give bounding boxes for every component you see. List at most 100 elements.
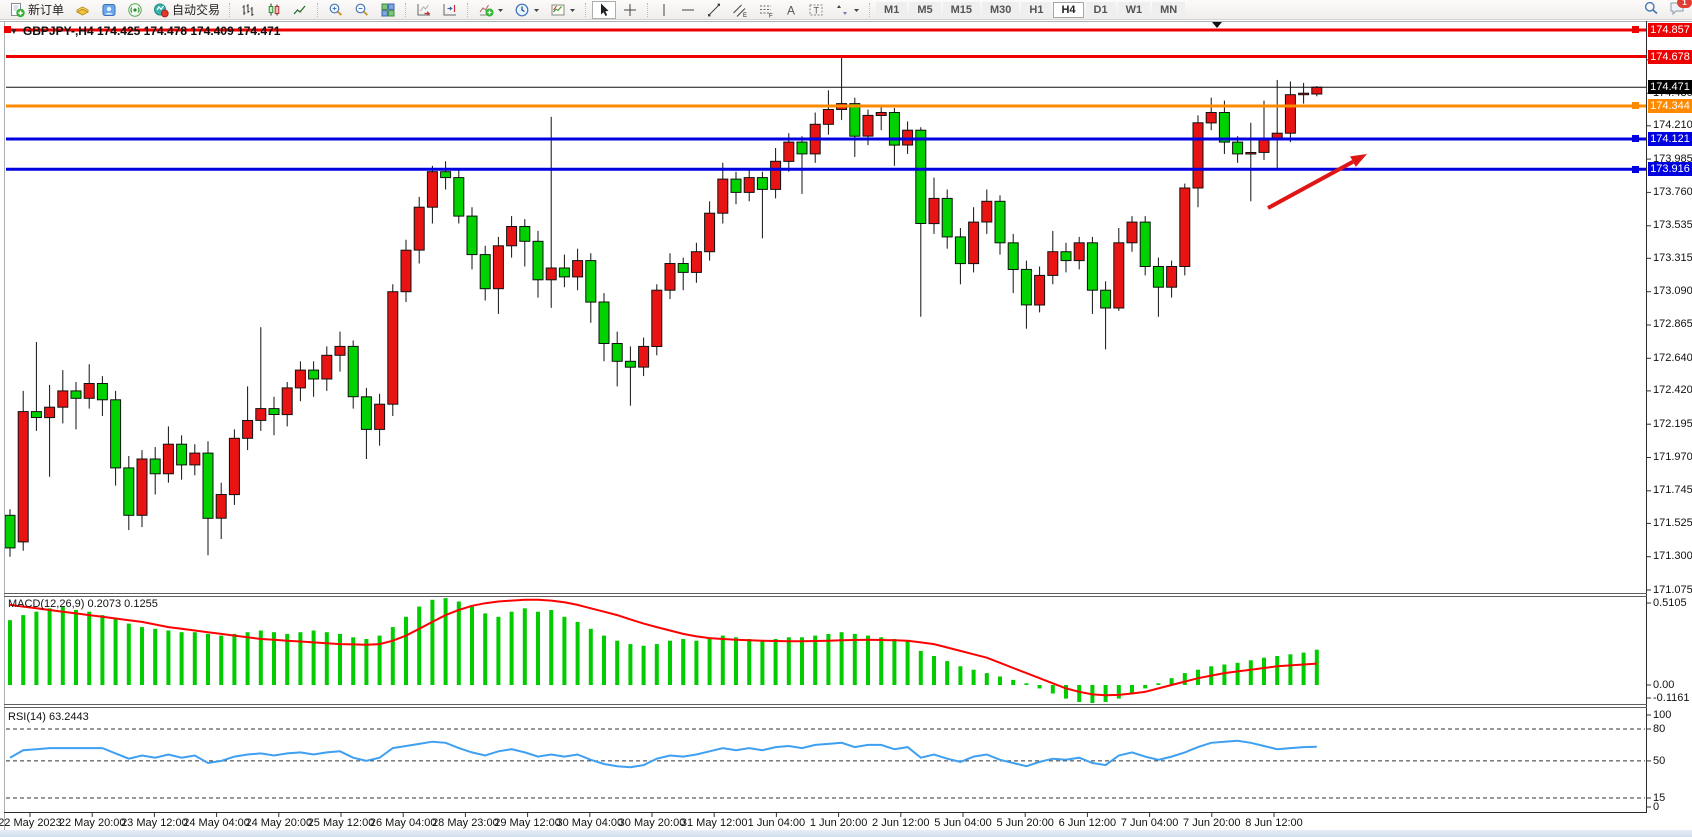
signal-button[interactable] (123, 1, 147, 19)
cursor-tool-button[interactable] (592, 1, 616, 19)
macd-bar (1275, 656, 1279, 685)
line-anchor[interactable] (1632, 135, 1639, 142)
macd-bar (74, 610, 78, 685)
search-icon[interactable] (1643, 0, 1659, 21)
community-icon (101, 2, 117, 18)
indicators-add-icon (478, 2, 494, 18)
community-button[interactable] (97, 1, 121, 19)
timeframe-button-H1[interactable]: H1 (1021, 2, 1051, 18)
macd-bar (760, 641, 764, 685)
zoom-in-button[interactable] (324, 1, 348, 19)
svg-text:F: F (769, 13, 773, 18)
main-macd-separator[interactable] (4, 593, 1647, 594)
line-anchor[interactable] (1632, 166, 1639, 173)
bear-candle (1087, 243, 1097, 290)
chart-shift-marker[interactable] (1212, 22, 1222, 28)
toolbar-right-group: 1 (1643, 0, 1686, 20)
fibonacci-tool-button[interactable]: F (754, 1, 778, 19)
chart-window-top-border (0, 21, 1692, 22)
timeframe-button-W1[interactable]: W1 (1118, 2, 1151, 18)
macd-bar (523, 608, 527, 685)
horizontal-line-tool-button[interactable] (676, 1, 700, 19)
bear-candle (71, 391, 81, 398)
macd-bar (232, 634, 236, 685)
zoom-out-button[interactable] (350, 1, 374, 19)
chart-shift-button[interactable] (438, 1, 462, 19)
timeframe-button-M30[interactable]: M30 (982, 2, 1019, 18)
macd-bar (1183, 673, 1187, 685)
timeframe-button-H4[interactable]: H4 (1053, 2, 1083, 18)
bear-candle (1153, 267, 1163, 288)
macd-bar (906, 641, 910, 685)
toolbar: 新订单 自动交易 E F A T (0, 0, 1692, 20)
equidistant-channel-tool-button[interactable]: E (728, 1, 752, 19)
periods-button[interactable] (510, 1, 544, 19)
new-order-button[interactable]: 新订单 (5, 1, 68, 19)
chart-canvas[interactable] (0, 0, 1692, 837)
bear-candle (348, 346, 358, 396)
macd-bar (114, 619, 118, 686)
time-axis[interactable] (4, 813, 1646, 829)
text-label-tool-button[interactable]: T (804, 1, 828, 19)
macd-bar (325, 632, 329, 685)
price-axis[interactable] (1646, 21, 1692, 813)
notifications-button[interactable]: 1 (1669, 0, 1686, 21)
bear-candle (1061, 252, 1071, 261)
main-macd-separator[interactable] (4, 596, 1647, 597)
bar-chart-type-button[interactable] (236, 1, 260, 19)
timeframe-button-MN[interactable]: MN (1152, 2, 1185, 18)
vertical-line-tool-button[interactable] (654, 1, 674, 19)
auto-trading-label: 自动交易 (172, 1, 220, 18)
bull-candle (876, 113, 886, 116)
gold-bar-icon (74, 2, 91, 18)
dropdown-caret-icon (497, 3, 504, 17)
bear-candle (480, 255, 490, 289)
macd-bar (866, 636, 870, 685)
signal-icon (127, 2, 143, 18)
auto-scroll-button[interactable] (412, 1, 436, 19)
bull-candle (45, 407, 55, 417)
macd-bar (1104, 685, 1108, 702)
tile-windows-button[interactable] (376, 1, 400, 19)
bear-candle (111, 400, 121, 468)
bear-candle (625, 361, 635, 367)
macd-bar (1262, 658, 1266, 685)
arrows-tool-button[interactable] (830, 1, 864, 19)
bull-candle (493, 246, 503, 289)
text-tool-button[interactable]: A (780, 1, 802, 19)
symbol-dropdown-icon[interactable]: ▼ (10, 27, 18, 36)
bear-candle (850, 104, 860, 137)
zoom-in-icon (328, 2, 344, 18)
templates-button[interactable] (546, 1, 580, 19)
candlestick-type-button[interactable] (262, 1, 286, 19)
bear-candle (150, 459, 160, 474)
gold-button[interactable] (70, 1, 95, 19)
macd-bar (470, 607, 474, 685)
macd-bar (945, 661, 949, 685)
templates-icon (550, 2, 566, 18)
macd-rsi-separator[interactable] (4, 704, 1647, 705)
cursor-icon (596, 2, 612, 18)
timeframe-button-D1[interactable]: D1 (1086, 2, 1116, 18)
trendline-tool-button[interactable] (702, 1, 726, 19)
macd-bar (787, 637, 791, 685)
line-anchor[interactable] (1632, 26, 1639, 33)
indicators-button[interactable] (474, 1, 508, 19)
new-order-label: 新订单 (28, 1, 64, 18)
bull-candle (1259, 139, 1269, 152)
timeframe-button-M1[interactable]: M1 (876, 2, 907, 18)
macd-rsi-separator[interactable] (4, 707, 1647, 708)
timeframe-toolbar: M1M5M15M30H1H4D1W1MN (875, 2, 1186, 18)
bear-candle (612, 344, 622, 362)
crosshair-tool-button[interactable] (618, 1, 642, 19)
candlestick-icon (266, 2, 282, 18)
line-chart-type-button[interactable] (288, 1, 312, 19)
bull-candle (929, 198, 939, 223)
timeframe-button-M15[interactable]: M15 (943, 2, 980, 18)
macd-bar (615, 641, 619, 685)
line-anchor[interactable] (1632, 102, 1639, 109)
timeframe-button-M5[interactable]: M5 (909, 2, 940, 18)
auto-trading-button[interactable]: 自动交易 (149, 1, 224, 19)
rsi-line (10, 741, 1317, 768)
macd-bar (998, 677, 1002, 686)
